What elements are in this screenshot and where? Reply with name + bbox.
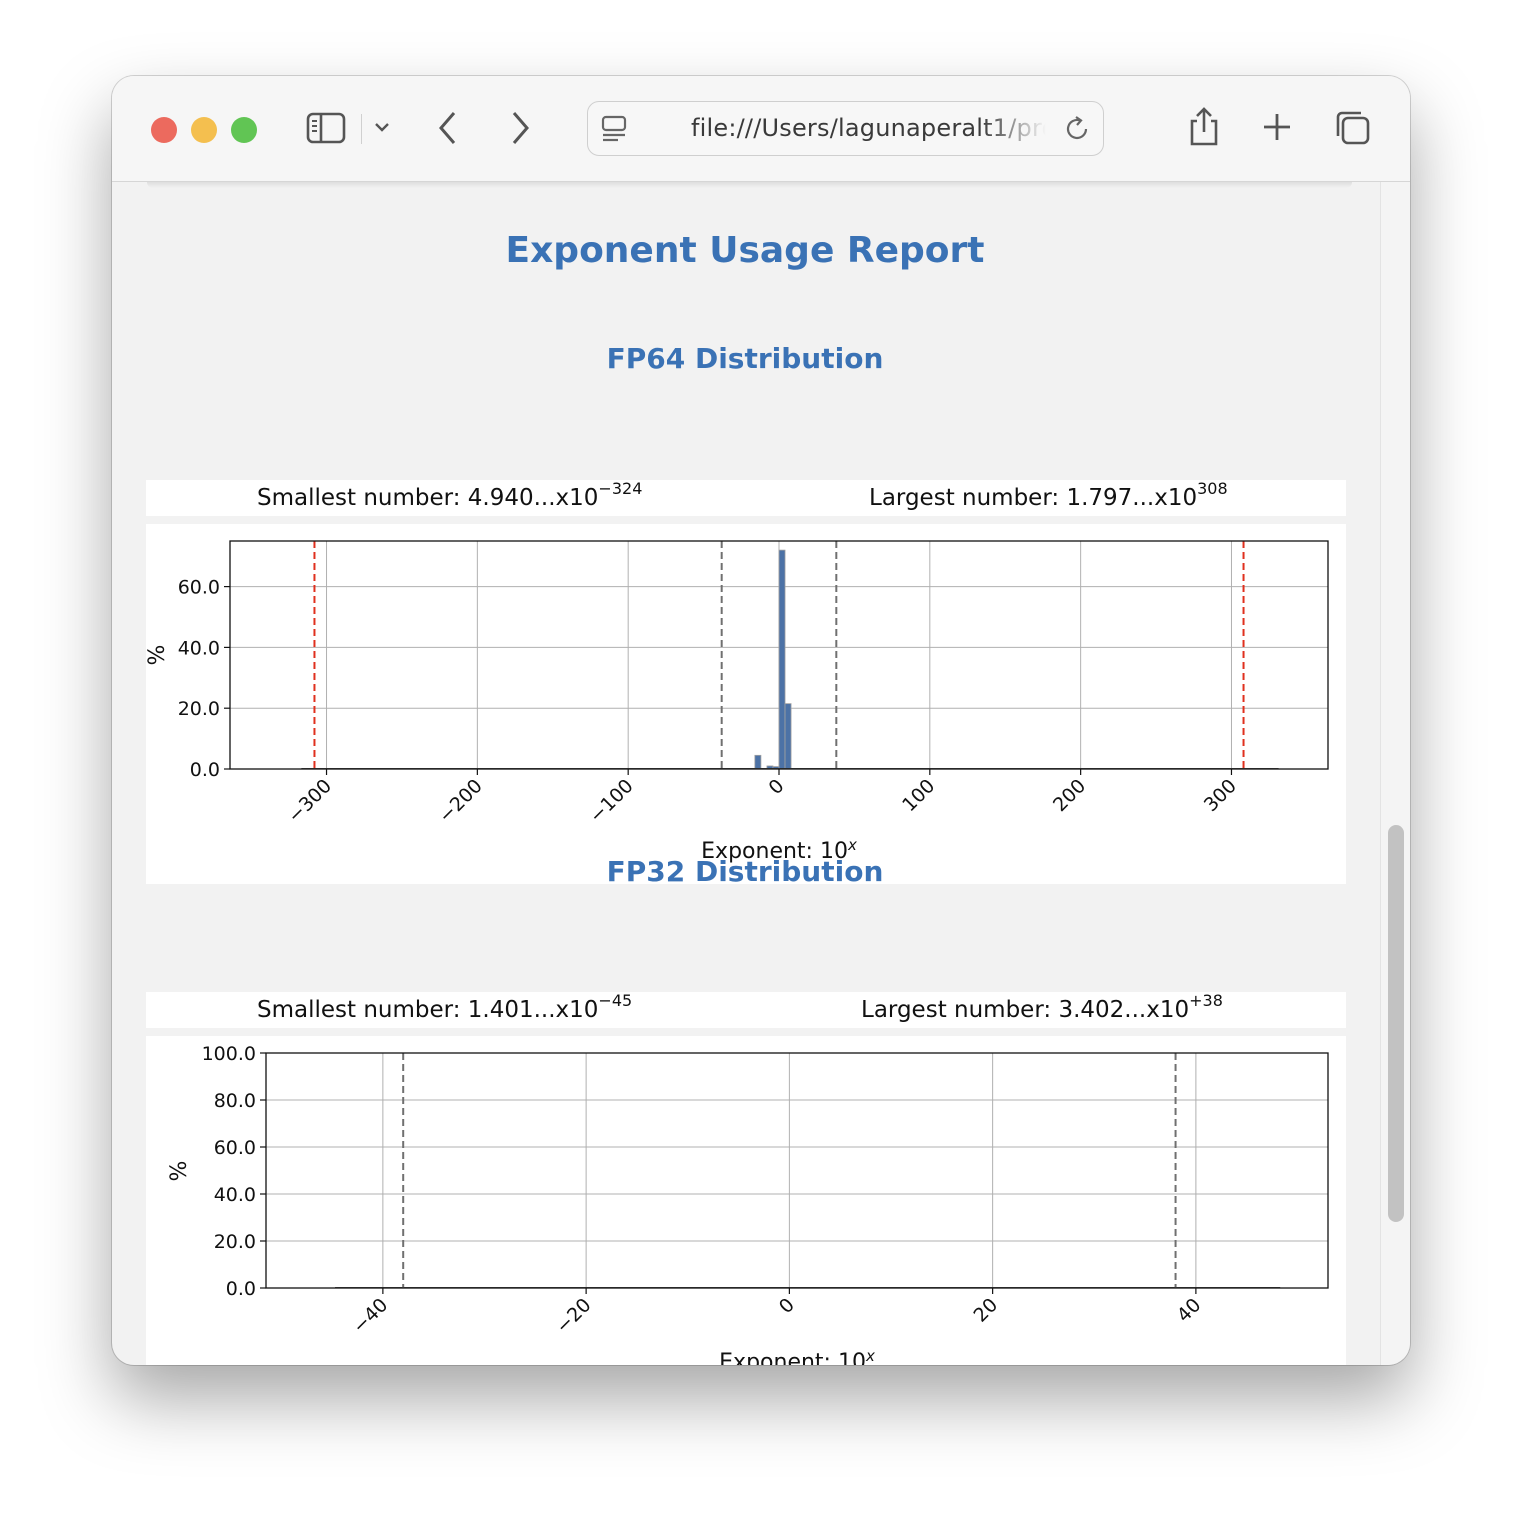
y-tick-label: 100.0 — [202, 1043, 256, 1065]
back-icon[interactable] — [436, 110, 460, 146]
x-tick-label: 0 — [775, 1294, 799, 1318]
fp64-range-bar: Smallest number: 4.940...x10−324 Largest… — [146, 480, 1346, 516]
fp32-histogram: 0.0 20.0 40.0 60.0 80.0 100.0 −40 −20 0 20 40 Expon… — [167, 1043, 1329, 1365]
browser-window: file:///Users/lagunaperalt1/pro Exponent… — [112, 76, 1410, 1365]
y-tick-label: 60.0 — [178, 577, 220, 599]
x-tick-label: −20 — [552, 1294, 596, 1338]
y-axis-label: % — [167, 1161, 192, 1182]
fp32-chart: 0.0 20.0 40.0 60.0 80.0 100.0 −40 −20 0 20 40 Expon… — [146, 1036, 1346, 1365]
fp32-largest-number: Largest number: 3.402...x10+38 — [861, 991, 1223, 1023]
forward-icon[interactable] — [508, 110, 532, 146]
x-tick-label: 0 — [764, 775, 788, 799]
content-shadow — [147, 182, 1352, 188]
histogram-bar — [754, 754, 762, 770]
page-title: Exponent Usage Report — [505, 230, 985, 271]
histogram-bar — [784, 703, 792, 770]
x-tick-label: 100 — [898, 775, 939, 816]
page-content: Exponent Usage Report FP64 Distribution … — [112, 182, 1382, 1365]
x-tick-label: 40 — [1173, 1294, 1206, 1327]
x-tick-label: 200 — [1049, 775, 1090, 816]
plot-frame — [265, 1052, 1329, 1289]
fp64-histogram: 0.020.040.060.0−300 −200 −100 0 100 200 300Exp… — [146, 540, 1329, 864]
x-tick-label: −200 — [434, 775, 486, 827]
x-tick-label: −100 — [585, 775, 637, 827]
browser-toolbar: file:///Users/lagunaperalt1/pro — [112, 76, 1410, 182]
fp32-heading: FP32 Distribution — [606, 855, 884, 888]
fp32-smallest-number: Smallest number: 1.401...x10−45 — [257, 991, 633, 1023]
reload-icon[interactable] — [1064, 115, 1092, 143]
sidebar-icon[interactable] — [306, 111, 348, 145]
fp64-chart: 0.0 20.0 40.0 60.0 −300 −200 −100 0 100 200 300 Exp… — [146, 524, 1346, 884]
plus-icon[interactable] — [1261, 111, 1293, 143]
toolbar-divider — [361, 114, 362, 144]
tabs-icon[interactable] — [1334, 109, 1372, 147]
y-tick-label: 20.0 — [214, 1231, 256, 1253]
fp64-largest-number: Largest number: 1.797...x10308 — [869, 479, 1228, 511]
scrollbar-thumb[interactable] — [1388, 825, 1404, 1222]
y-tick-label: 60.0 — [214, 1137, 256, 1159]
url-text: file:///Users/lagunaperalt1/pro — [691, 114, 1046, 142]
y-tick-label: 80.0 — [214, 1090, 256, 1112]
x-axis-label: Exponent: 10x — [719, 1347, 875, 1365]
x-tick-label: −300 — [284, 775, 336, 827]
x-tick-label: 20 — [970, 1294, 1003, 1327]
y-tick-label: 0.0 — [226, 1278, 256, 1300]
x-tick-label: −40 — [348, 1294, 392, 1338]
y-tick-label: 0.0 — [190, 759, 220, 781]
histogram-bar — [778, 549, 786, 770]
fp64-heading: FP64 Distribution — [606, 342, 884, 375]
close-window-button[interactable] — [151, 117, 177, 143]
y-tick-label: 20.0 — [178, 698, 220, 720]
fp32-range-bar: Smallest number: 1.401...x10−45 Largest … — [146, 992, 1346, 1028]
share-icon[interactable] — [1186, 106, 1222, 148]
zoom-window-button[interactable] — [231, 117, 257, 143]
page-icon — [601, 115, 627, 142]
address-bar[interactable]: file:///Users/lagunaperalt1/pro — [587, 101, 1104, 156]
y-tick-label: 40.0 — [178, 637, 220, 659]
y-axis-label: % — [146, 645, 170, 666]
y-tick-label: 40.0 — [214, 1184, 256, 1206]
fp64-smallest-number: Smallest number: 4.940...x10−324 — [257, 479, 643, 511]
chevron-down-icon[interactable] — [373, 120, 391, 134]
x-tick-label: 300 — [1200, 775, 1241, 816]
minimize-window-button[interactable] — [191, 117, 217, 143]
